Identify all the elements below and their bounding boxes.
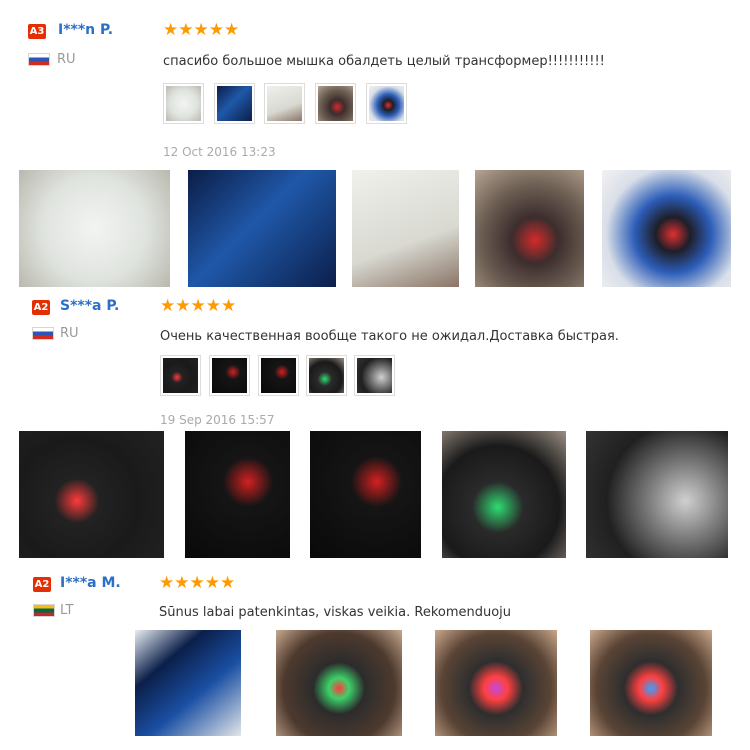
photo-mouse-icon [318,86,353,121]
review-date: 12 Oct 2016 13:23 [163,145,276,159]
review-thumbnail[interactable] [258,355,299,396]
review-photo[interactable] [475,170,584,287]
review-thumbnail[interactable] [366,83,407,124]
review-comment: спасибо большое мышка обалдеть целый тра… [163,54,605,69]
reviewer-name[interactable]: I***a M. [60,575,121,591]
buyer-level-badge: A3 [28,24,46,39]
photo-mouse-icon [261,358,296,393]
buyer-level-badge: A2 [33,577,51,592]
photo-mouse-icon [212,358,247,393]
review-photo[interactable] [135,630,241,736]
review-thumbnail[interactable] [209,355,250,396]
russia-flag-icon [28,53,50,66]
lithuania-flag-icon [33,604,55,617]
reviewer-name[interactable]: I***n P. [58,22,113,38]
review-photo[interactable] [442,431,566,558]
reviewer-country: LT [60,603,74,618]
review-thumbnail[interactable] [163,83,204,124]
russia-flag-icon [32,327,54,340]
review-photo[interactable] [590,630,712,736]
review-photo[interactable] [19,431,164,558]
photo-cable-icon [267,86,302,121]
review-photo[interactable] [310,431,421,558]
review-photo[interactable] [435,630,557,736]
rating-stars: ★★★★★ [160,296,237,315]
photo-mouse-icon [357,358,392,393]
review-thumbnail[interactable] [214,83,255,124]
review-photo[interactable] [19,170,170,287]
rating-stars: ★★★★★ [163,20,240,39]
reviewer-name[interactable]: S***a P. [60,298,119,314]
review-photo[interactable] [276,630,402,736]
review-date: 19 Sep 2016 15:57 [160,413,275,427]
review-comment: Очень качественная вообще такого не ожид… [160,329,619,344]
review-thumbnail[interactable] [354,355,395,396]
review-photo[interactable] [185,431,290,558]
photo-mousepad-icon [369,86,404,121]
review-thumbnail[interactable] [160,355,201,396]
photo-package-icon [166,86,201,121]
photo-mouse-icon [163,358,198,393]
buyer-level-badge: A2 [32,300,50,315]
rating-stars: ★★★★★ [159,573,236,592]
review-photo[interactable] [586,431,728,558]
review-photo[interactable] [188,170,336,287]
review-thumbnail[interactable] [264,83,305,124]
review-thumbnail[interactable] [315,83,356,124]
review-thumbnail[interactable] [306,355,347,396]
photo-box-icon [217,86,252,121]
review-photo[interactable] [602,170,731,287]
review-photo[interactable] [352,170,459,287]
review-comment: Sūnus labai patenkintas, viskas veikia. … [159,605,512,620]
reviewer-country: RU [57,52,76,67]
reviewer-country: RU [60,326,79,341]
photo-mouse-icon [309,358,344,393]
